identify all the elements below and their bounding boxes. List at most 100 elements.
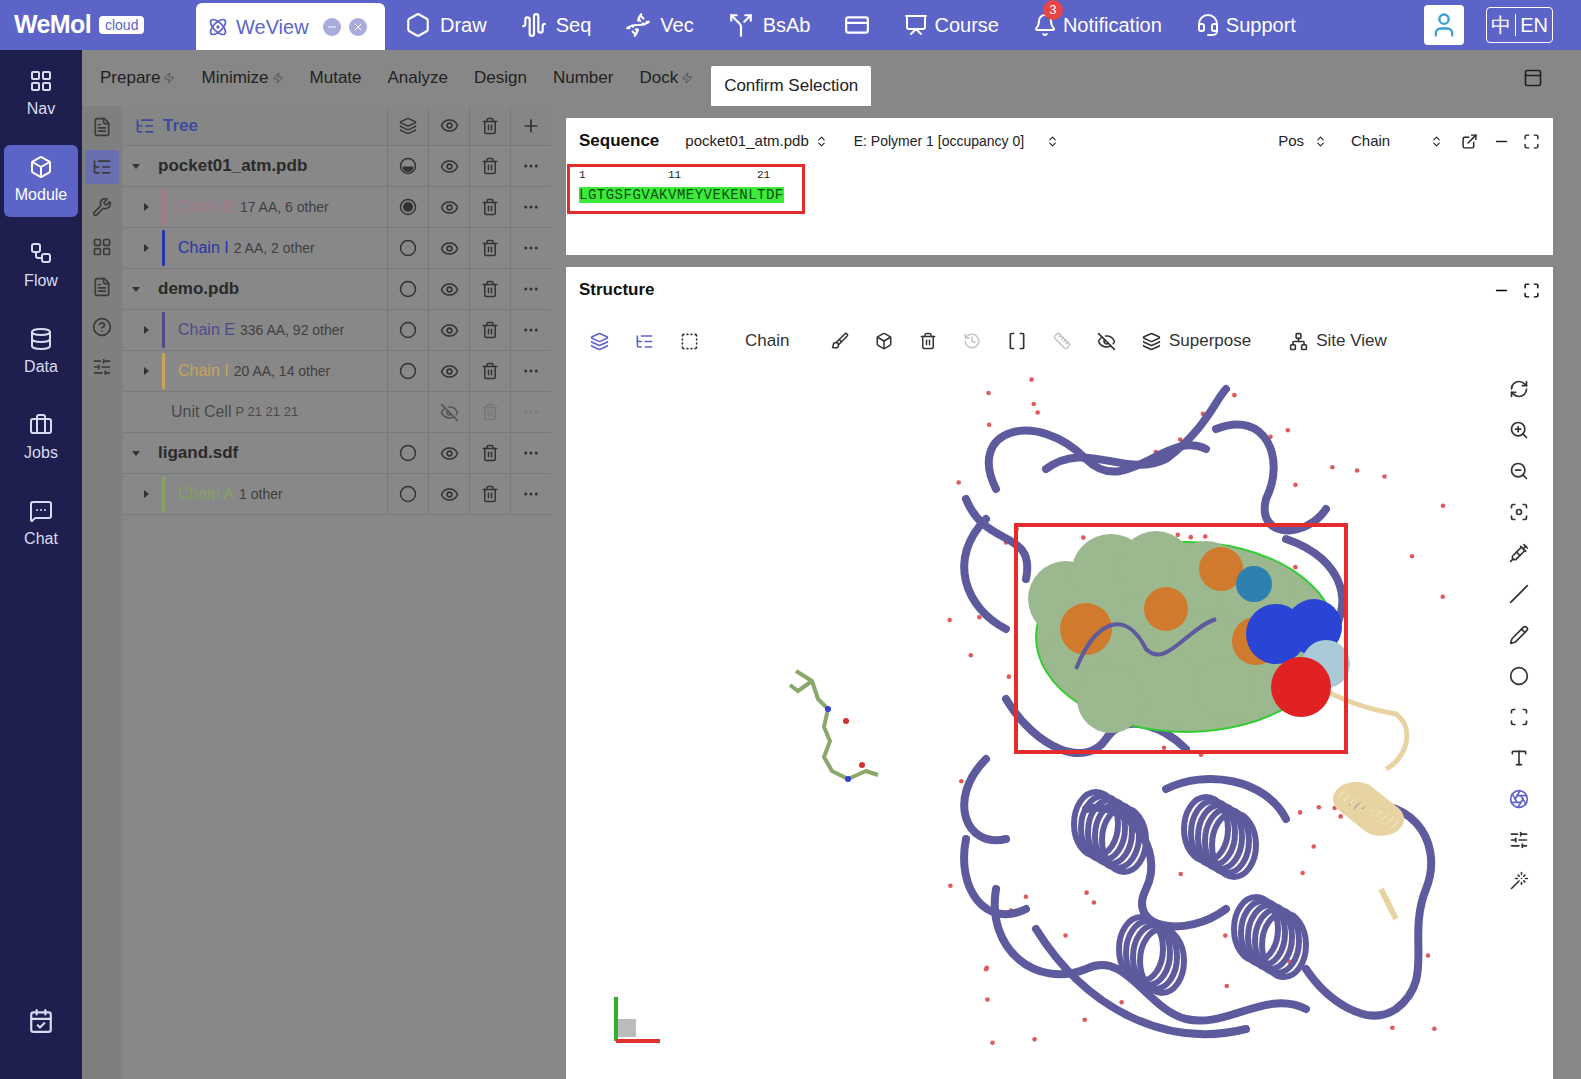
trash-icon[interactable] <box>481 362 499 380</box>
menu-item[interactable]: Prepare <box>100 65 175 91</box>
more-icon[interactable] <box>522 239 540 257</box>
tasks-icon[interactable] <box>28 1008 54 1034</box>
expand-caret-icon[interactable] <box>131 448 141 458</box>
eye-icon[interactable] <box>440 444 459 463</box>
nav-item[interactable]: Vec <box>625 10 693 40</box>
more-icon[interactable] <box>522 444 540 462</box>
trash-icon[interactable] <box>919 332 937 350</box>
radio-cell[interactable] <box>387 433 428 473</box>
popout-icon[interactable] <box>1461 133 1478 150</box>
tool-button[interactable] <box>85 110 119 144</box>
eye-icon[interactable] <box>440 485 459 504</box>
more-icon[interactable] <box>522 403 540 421</box>
chain-name[interactable]: Chain E <box>178 318 235 342</box>
sidebar-item[interactable]: Data <box>4 317 78 389</box>
trash-icon[interactable] <box>481 280 499 298</box>
select-radio-icon[interactable] <box>399 157 417 175</box>
superpose-button[interactable]: Superpose <box>1142 328 1251 354</box>
expand-caret-icon[interactable] <box>131 284 141 294</box>
viewer-tool-icon[interactable] <box>1509 502 1529 522</box>
tool-button[interactable] <box>85 150 119 184</box>
tool-button[interactable] <box>85 350 119 384</box>
nav-item[interactable]: 3Notification <box>1033 10 1162 40</box>
select-radio-icon[interactable] <box>399 321 417 339</box>
delete-cell[interactable] <box>469 351 510 391</box>
visibility-cell[interactable] <box>428 351 469 391</box>
brush-icon[interactable] <box>831 332 849 350</box>
visibility-cell[interactable] <box>428 310 469 350</box>
delete-cell[interactable] <box>469 310 510 350</box>
viewer-tool-icon[interactable] <box>1509 543 1529 563</box>
sidebar-item[interactable]: Module <box>4 145 78 217</box>
menu-item[interactable]: Minimize <box>201 65 283 91</box>
eye-icon[interactable] <box>440 239 459 258</box>
radio-cell[interactable] <box>387 228 428 268</box>
delete-cell[interactable] <box>469 187 510 227</box>
app-tab[interactable]: WeView <box>196 3 385 50</box>
tree-row[interactable]: Chain I20 AA, 14 other <box>123 351 551 392</box>
viewer-tool-icon[interactable] <box>1509 789 1529 809</box>
delete-cell[interactable] <box>469 392 510 432</box>
minimize-tab-button[interactable] <box>323 18 341 36</box>
add-cell[interactable] <box>510 106 551 145</box>
collapse-cell[interactable] <box>387 106 428 145</box>
radio-cell[interactable] <box>387 474 428 514</box>
plus-icon[interactable] <box>521 116 541 136</box>
more-icon[interactable] <box>522 198 540 216</box>
nav-item[interactable]: Seq <box>521 10 592 40</box>
visibility-cell[interactable] <box>428 269 469 309</box>
viewer-tool-icon[interactable] <box>1509 461 1529 481</box>
delete-cell[interactable] <box>469 474 510 514</box>
eye-icon[interactable] <box>440 198 459 217</box>
more-cell[interactable] <box>510 433 551 473</box>
tree-row[interactable]: Chain E17 AA, 6 other <box>123 187 551 228</box>
sequence-residues[interactable]: LGTGSFGVAKVMEYVEKENLTDF <box>579 187 784 203</box>
visibility-cell[interactable] <box>428 228 469 268</box>
eye-icon[interactable] <box>440 362 459 381</box>
visibility-cell[interactable] <box>428 392 469 432</box>
eye-icon[interactable] <box>440 157 459 176</box>
collapse-icon[interactable] <box>399 117 417 135</box>
eye-icon[interactable] <box>440 280 459 299</box>
more-icon[interactable] <box>522 280 540 298</box>
select-radio-icon[interactable] <box>399 280 417 298</box>
delete-cell[interactable] <box>469 269 510 309</box>
tool-button[interactable] <box>85 270 119 304</box>
viewer-tool-icon[interactable] <box>1509 379 1529 399</box>
expand-caret-icon[interactable] <box>141 202 151 212</box>
viewer-tool-icon[interactable] <box>1509 584 1529 604</box>
select-icon[interactable] <box>680 332 699 351</box>
tool-button[interactable] <box>85 230 119 264</box>
radio-cell[interactable] <box>387 392 428 432</box>
more-cell[interactable] <box>510 351 551 391</box>
add-card-icon[interactable] <box>844 12 870 38</box>
radio-cell[interactable] <box>387 146 428 186</box>
trash-icon[interactable] <box>481 485 499 503</box>
sidebar-item[interactable]: Nav <box>4 59 78 131</box>
select-radio-icon[interactable] <box>399 198 417 216</box>
menu-item[interactable]: Mutate <box>310 65 362 91</box>
avatar[interactable] <box>1424 5 1464 45</box>
trash-icon[interactable] <box>481 403 499 421</box>
tree-row[interactable]: ligand.sdf <box>123 433 551 474</box>
expand-caret-icon[interactable] <box>141 489 151 499</box>
more-icon[interactable] <box>522 321 540 339</box>
trash-icon[interactable] <box>481 444 499 462</box>
eye-off-icon[interactable] <box>1097 332 1116 351</box>
viewer-tool-icon[interactable] <box>1509 666 1529 686</box>
select-radio-icon[interactable] <box>399 362 417 380</box>
eye-icon[interactable] <box>440 116 459 135</box>
delete-cell[interactable] <box>469 146 510 186</box>
more-icon[interactable] <box>522 362 540 380</box>
chain-mode-button[interactable]: Chain <box>745 328 805 354</box>
expand-caret-icon[interactable] <box>141 243 151 253</box>
menu-item[interactable]: Analyze <box>388 65 448 91</box>
file-name[interactable]: ligand.sdf <box>158 440 238 466</box>
delete-cell[interactable] <box>469 228 510 268</box>
tree-row[interactable]: Chain A1 other <box>123 474 551 515</box>
chain-name[interactable]: Chain A <box>178 482 234 506</box>
maximize-icon[interactable] <box>1523 282 1540 299</box>
tree-row[interactable]: demo.pdb <box>123 269 551 310</box>
trash-icon[interactable] <box>481 198 499 216</box>
trash-icon[interactable] <box>481 321 499 339</box>
